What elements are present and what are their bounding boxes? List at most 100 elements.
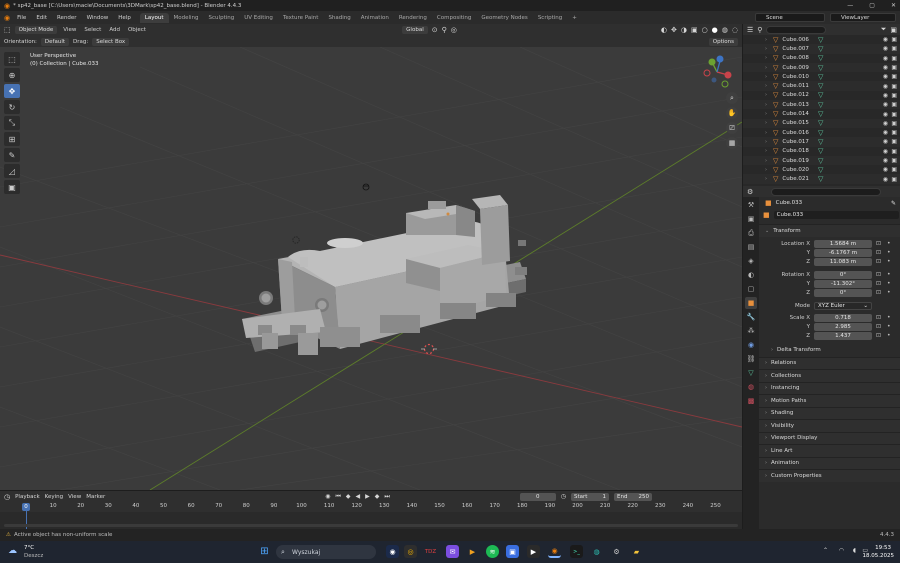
steam-icon[interactable]: ◉ [386,545,399,558]
start-button[interactable]: ⊞ [258,545,271,558]
orientation-dropdown[interactable]: Default [40,37,70,46]
transform-tool[interactable]: ⊞ [4,132,20,146]
shading-material-icon[interactable]: ◍ [722,26,728,34]
shading-rendered-icon[interactable]: ◌ [732,26,738,34]
cursor-tool[interactable]: ⊕ [4,68,20,82]
tool-tab-icon[interactable]: ⚒ [745,199,757,211]
outliner-item[interactable]: › ▽ Cube.013 ▽ ◉ ▣ [743,100,900,110]
tray-chevron-icon[interactable]: ⌃ [823,547,828,554]
menu-help[interactable]: Help [113,15,136,21]
eye-icon[interactable]: ◉ [883,129,888,136]
menu-timeline-view[interactable]: View [68,494,81,500]
clock-time[interactable]: 19:53 [875,545,891,551]
lock-icon[interactable]: ⊡ [876,289,881,296]
next-keyframe-icon[interactable]: ◆ [375,493,380,500]
minimize-button[interactable]: — [847,2,853,9]
rotation-z-field[interactable]: 0° [814,289,872,298]
eye-icon[interactable]: ◉ [883,101,888,108]
render-camera-icon[interactable]: ▣ [891,92,897,99]
blender-taskbar-icon[interactable]: ◉ [548,545,561,558]
new-collection-icon[interactable]: ▣ [890,26,897,34]
keyframe-icon[interactable]: • [887,271,891,278]
custom-properties-panel[interactable]: › Custom Properties [759,469,900,482]
end-frame-field[interactable]: End 250 [614,492,653,501]
shading-panel[interactable]: › Shading [759,406,900,420]
transform-panel-header[interactable]: ⌄ Transform [759,224,900,237]
auto-keying-icon[interactable]: ◉ [325,493,330,500]
add-workspace-button[interactable]: + [567,13,582,23]
current-frame-field[interactable]: 0 [519,492,556,501]
eye-icon[interactable]: ◉ [883,111,888,118]
location-x-field[interactable]: 1.5684 m [814,239,872,248]
rotation-x-field[interactable]: 0° [814,271,872,280]
battery-icon[interactable]: ▭ [862,547,868,554]
relations-panel[interactable]: › Relations [759,356,900,370]
outliner-item[interactable]: › ▽ Cube.017 ▽ ◉ ▣ [743,137,900,147]
lock-icon[interactable]: ⊡ [876,314,881,321]
outliner-search[interactable] [766,25,827,34]
render-camera-icon[interactable]: ▣ [891,111,897,118]
move-tool[interactable]: ✥ [4,84,20,98]
viewport-display-panel[interactable]: › Viewport Display [759,431,900,445]
tab-layout[interactable]: Layout [139,12,169,23]
eye-icon[interactable]: ◉ [883,64,888,71]
tab-animation[interactable]: Animation [356,13,394,23]
render-camera-icon[interactable]: ▣ [891,166,897,173]
menu-edit[interactable]: Edit [31,15,52,21]
xray-icon[interactable]: ▣ [691,26,698,34]
lock-icon[interactable]: ⊡ [876,332,881,339]
jump-start-icon[interactable]: ⏮ [335,493,340,501]
render-camera-icon[interactable]: ▣ [891,138,897,145]
expand-arrow-icon[interactable]: › [765,120,767,126]
tab-modeling[interactable]: Modeling [169,13,204,23]
prev-keyframe-icon[interactable]: ◆ [346,493,351,500]
plex-icon[interactable]: ▶ [466,545,479,558]
material-tab-icon[interactable]: ◍ [745,381,757,393]
menu-object[interactable]: Object [126,27,148,33]
delta-transform-subpanel[interactable]: › Delta Transform [759,344,900,357]
render-camera-icon[interactable]: ▣ [891,148,897,155]
lock-icon[interactable]: ⊡ [876,249,881,256]
close-button[interactable]: ✕ [891,2,896,9]
expand-arrow-icon[interactable]: › [765,55,767,61]
rotation-y-field[interactable]: -11.302° [814,280,872,289]
keyframe-icon[interactable]: • [887,240,891,247]
pan-hand-icon[interactable]: ✋ [726,107,738,119]
timeline-scrollbar[interactable] [4,524,738,527]
shading-solid-icon[interactable]: ● [712,26,718,34]
app-store-icon[interactable]: ▣ [506,545,519,558]
particles-tab-icon[interactable]: ⁂ [745,325,757,337]
outliner-item[interactable]: › ▽ Cube.015 ▽ ◉ ▣ [743,118,900,128]
snap-icon[interactable]: ⚲ [442,26,447,34]
scene-tab-icon[interactable]: ◈ [745,255,757,267]
filter-icon[interactable]: ⏷ [881,25,887,34]
scale-y-field[interactable]: 2.985 [814,322,872,331]
lock-icon[interactable]: ⊡ [876,323,881,330]
menu-view[interactable]: View [61,27,78,33]
render-camera-icon[interactable]: ▣ [891,83,897,90]
messenger-icon[interactable]: ✉ [446,545,459,558]
zoom-icon[interactable]: ⌕ [726,92,738,104]
file-explorer-icon[interactable]: ▰ [630,545,643,558]
data-tab-icon[interactable]: ▽ [745,367,757,379]
eye-icon[interactable]: ◉ [883,120,888,127]
eye-icon[interactable]: ◉ [883,83,888,90]
play-icon[interactable]: ▶ [365,493,370,500]
outliner-item[interactable]: › ▽ Cube.009 ▽ ◉ ▣ [743,62,900,73]
blender-menu-icon[interactable]: ◉ [4,14,10,22]
timeline-editor-icon[interactable]: ◷ [4,493,10,501]
play-reverse-icon[interactable]: ◀ [356,493,361,500]
annotate-tool[interactable]: ✎ [4,148,20,162]
eye-icon[interactable]: ◉ [883,55,888,62]
visibility-panel[interactable]: › Visibility [759,419,900,432]
add-cube-tool[interactable]: ▣ [4,180,20,194]
proportional-edit-icon[interactable]: ◎ [451,26,457,34]
visibility-icon[interactable]: ◐ [661,26,667,34]
tab-compositing[interactable]: Compositing [432,13,476,23]
expand-arrow-icon[interactable]: › [765,37,767,43]
physics-tab-icon[interactable]: ◉ [745,339,757,351]
terminal-icon[interactable]: >_ [570,545,583,558]
menu-add[interactable]: Add [107,27,122,33]
taskbar-search[interactable]: ⌕ Wyszukaj [276,545,376,559]
eye-icon[interactable]: ◉ [883,45,888,52]
